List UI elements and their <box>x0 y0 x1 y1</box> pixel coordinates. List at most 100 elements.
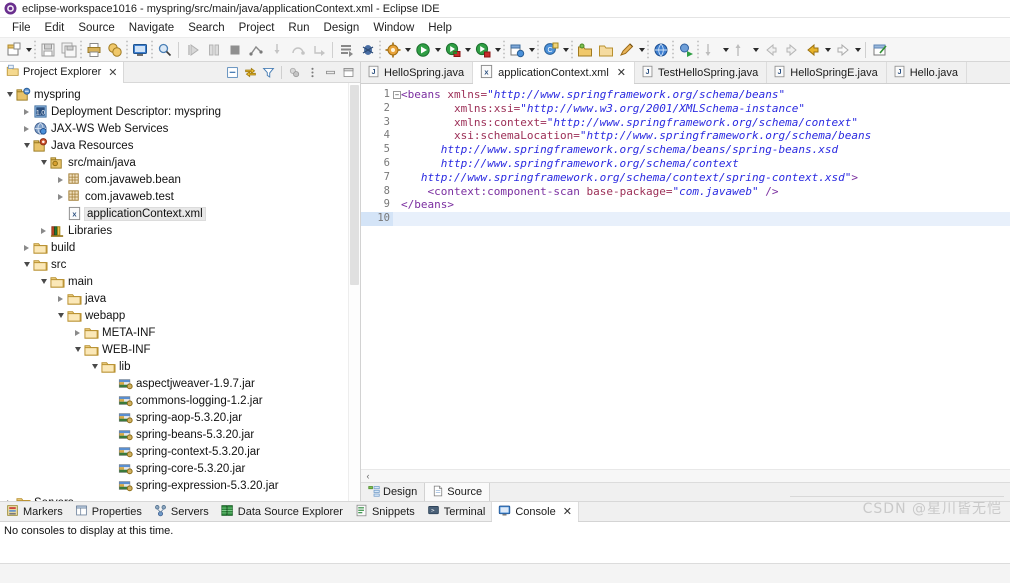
close-icon[interactable]: ✕ <box>108 66 117 79</box>
tree-item[interactable]: META-INF <box>0 324 360 341</box>
menu-help[interactable]: Help <box>421 21 459 35</box>
menu-source[interactable]: Source <box>71 21 121 35</box>
link-with-editor-icon[interactable] <box>242 64 259 81</box>
tree-item[interactable]: webapp <box>0 307 360 324</box>
chevron-right-icon[interactable] <box>21 103 32 120</box>
close-icon[interactable]: ✕ <box>617 66 626 79</box>
tree-item[interactable]: Libraries <box>0 222 360 239</box>
new-class-icon[interactable]: C <box>540 39 561 60</box>
prev-annotation-icon[interactable] <box>730 39 751 60</box>
tree-item[interactable]: WEB-INF <box>0 341 360 358</box>
explorer-scrollbar-thumb[interactable] <box>350 85 359 285</box>
globe-icon[interactable] <box>650 39 671 60</box>
project-tree[interactable]: myspring 1.0 Deployment Descriptor: myspri… <box>0 83 360 501</box>
forward-icon[interactable] <box>781 39 802 60</box>
save-icon[interactable] <box>37 39 58 60</box>
editor-horizontal-scrollbar[interactable]: ‹ <box>361 469 1010 482</box>
tree-item[interactable]: aspectjweaver-1.9.7.jar <box>0 375 360 392</box>
search-icon[interactable] <box>154 39 175 60</box>
scroll-left-arrow[interactable]: ‹ <box>361 471 375 481</box>
print-icon[interactable] <box>83 39 104 60</box>
forward-history-arrow[interactable] <box>853 39 862 60</box>
maximize-view-icon[interactable] <box>340 64 357 81</box>
tree-item[interactable]: java <box>0 290 360 307</box>
run-stop-dropdown-arrow[interactable] <box>493 39 502 60</box>
bottom-tab[interactable]: > Terminal <box>421 502 492 521</box>
editor-tab[interactable]: x applicationContext.xml ✕ <box>473 62 635 84</box>
menu-run[interactable]: Run <box>281 21 316 35</box>
terminate-icon[interactable] <box>224 39 245 60</box>
editor-tab[interactable]: J Hello.java <box>886 62 968 83</box>
tree-item[interactable]: 1.0 Deployment Descriptor: myspring <box>0 103 360 120</box>
tree-item[interactable]: com.javaweb.test <box>0 188 360 205</box>
editor-tab[interactable]: J TestHelloSpring.java <box>635 62 768 83</box>
back-icon[interactable] <box>760 39 781 60</box>
resume-icon[interactable] <box>182 39 203 60</box>
chevron-right-icon[interactable] <box>55 188 66 205</box>
new-class-arrow[interactable] <box>561 39 570 60</box>
tree-item[interactable]: com.javaweb.bean <box>0 171 360 188</box>
step-return-icon[interactable] <box>308 39 329 60</box>
run-dropdown-arrow[interactable] <box>433 39 442 60</box>
export-icon[interactable] <box>104 39 125 60</box>
view-filter-icon[interactable] <box>260 64 277 81</box>
bottom-tab[interactable]: Properties <box>69 502 148 521</box>
chevron-right-icon[interactable] <box>21 239 32 256</box>
chevron-right-icon[interactable] <box>55 290 66 307</box>
run-icon[interactable] <box>412 39 433 60</box>
disconnect-icon[interactable] <box>245 39 266 60</box>
open-task-icon[interactable] <box>595 39 616 60</box>
forward-history-icon[interactable] <box>832 39 853 60</box>
menu-project[interactable]: Project <box>232 21 282 35</box>
focus-on-active-task-icon[interactable] <box>286 64 303 81</box>
collapse-all-icon[interactable] <box>224 64 241 81</box>
chevron-down-icon[interactable] <box>89 358 100 375</box>
chevron-down-icon[interactable] <box>21 137 32 154</box>
chevron-right-icon[interactable] <box>21 120 32 137</box>
bottom-tab[interactable]: Snippets <box>349 502 421 521</box>
chevron-right-icon[interactable] <box>38 222 49 239</box>
tree-item[interactable]: spring-core-5.3.20.jar <box>0 460 360 477</box>
tree-item[interactable]: x applicationContext.xml <box>0 205 360 222</box>
tree-item[interactable]: build <box>0 239 360 256</box>
step-over-icon[interactable] <box>287 39 308 60</box>
chevron-right-icon[interactable] <box>4 494 15 501</box>
editor-tab[interactable]: J HelloSpring.java <box>361 62 474 83</box>
new-java-project-icon[interactable] <box>506 39 527 60</box>
console-body[interactable]: No consoles to display at this time. <box>0 522 1010 563</box>
open-perspective-icon[interactable] <box>129 39 150 60</box>
new-dropdown-arrow[interactable] <box>24 39 33 60</box>
tree-item[interactable]: spring-context-5.3.20.jar <box>0 443 360 460</box>
save-all-icon[interactable] <box>58 39 79 60</box>
minimize-view-icon[interactable] <box>322 64 339 81</box>
chevron-right-icon[interactable] <box>55 171 66 188</box>
chevron-down-icon[interactable] <box>38 154 49 171</box>
explorer-vertical-scrollbar[interactable] <box>348 83 360 501</box>
tree-item[interactable]: lib <box>0 358 360 375</box>
chevron-right-icon[interactable] <box>72 324 83 341</box>
back-history-arrow[interactable] <box>823 39 832 60</box>
tree-item[interactable]: spring-aop-5.3.20.jar <box>0 409 360 426</box>
chevron-down-icon[interactable] <box>4 86 15 103</box>
tab-project-explorer[interactable]: Project Explorer ✕ <box>0 62 125 83</box>
step-into-icon[interactable] <box>266 39 287 60</box>
open-type-icon[interactable] <box>574 39 595 60</box>
editor-tab[interactable]: J HelloSpringE.java <box>767 62 887 83</box>
tree-item[interactable]: Java Resources <box>0 137 360 154</box>
tab-design[interactable]: Design <box>361 483 424 501</box>
tree-item[interactable]: Servers <box>0 494 360 501</box>
chevron-down-icon[interactable] <box>72 341 83 358</box>
new-icon[interactable] <box>3 39 24 60</box>
new-java-project-arrow[interactable] <box>527 39 536 60</box>
code-content[interactable]: <beans xmlns="http://www.springframework… <box>393 84 1010 469</box>
tree-item[interactable]: spring-expression-5.3.20.jar <box>0 477 360 494</box>
xml-source-editor[interactable]: 1−2 3 4 5 6 7 8 9 10 <beans xmlns="http://www.sp… <box>361 84 1010 469</box>
suspend-icon[interactable] <box>203 39 224 60</box>
menu-edit[interactable]: Edit <box>38 21 72 35</box>
tree-item[interactable]: src <box>0 256 360 273</box>
pencil-icon[interactable] <box>616 39 637 60</box>
pencil-dropdown-arrow[interactable] <box>637 39 646 60</box>
menu-search[interactable]: Search <box>181 21 231 35</box>
chevron-down-icon[interactable] <box>55 307 66 324</box>
tab-source[interactable]: Source <box>424 483 491 501</box>
